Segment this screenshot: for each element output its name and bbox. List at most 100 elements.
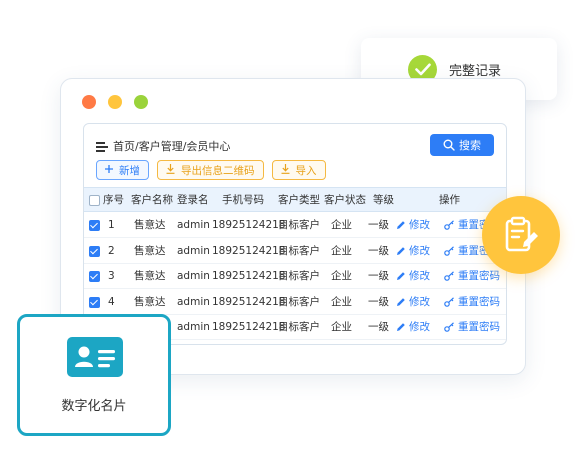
cell-name: 售意达 (134, 244, 166, 257)
edit-label: 修改 (409, 244, 430, 257)
header-login: 登录名 (177, 194, 209, 206)
row-checkbox[interactable] (89, 271, 100, 282)
key-icon (444, 220, 454, 230)
key-icon (444, 245, 454, 256)
row-checkbox[interactable] (89, 220, 100, 231)
table-row[interactable]: 1 售意达 admin 18925124218 目标客户 企业 一级 修改 重置密码 (84, 213, 506, 238)
cell-index: 3 (108, 270, 115, 282)
cell-level: 一级 (368, 295, 389, 308)
cell-type: 目标客户 (278, 270, 320, 282)
maximize-window-button[interactable] (134, 95, 148, 109)
select-all-checkbox[interactable] (89, 195, 100, 206)
pencil-icon (397, 323, 405, 331)
header-level: 等级 (373, 194, 394, 206)
cell-index: 2 (108, 244, 115, 257)
cell-phone: 18925124218 (212, 244, 286, 257)
card-label: 数字化名片 (61, 399, 127, 414)
cell-login: admin (177, 321, 210, 333)
cell-login: admin (177, 295, 210, 308)
edit-label: 修改 (409, 321, 430, 333)
cell-level: 一级 (368, 270, 389, 282)
edit-link[interactable]: 修改 (396, 290, 430, 314)
search-button[interactable]: 搜索 (430, 134, 494, 156)
cell-status: 企业 (331, 295, 352, 308)
cell-type: 目标客户 (278, 219, 320, 231)
cell-name: 售意达 (134, 219, 166, 231)
reset-password-link[interactable]: 重置密码 (444, 264, 500, 288)
search-label: 搜索 (459, 139, 481, 152)
pencil-icon (397, 272, 405, 280)
add-label: 新增 (119, 164, 140, 177)
import-button[interactable]: 导入 (271, 160, 326, 180)
breadcrumb: 首页/客户管理/会员中心 (96, 138, 230, 154)
key-icon (444, 271, 454, 281)
cell-level: 一级 (368, 244, 389, 257)
minimize-window-button[interactable] (108, 95, 122, 109)
search-icon (443, 139, 455, 151)
edit-link[interactable]: 修改 (396, 264, 430, 288)
clipboard-badge (482, 196, 560, 274)
table-row[interactable]: 4 售意达 admin 18925124218 目标客户 企业 一级 修改 重置密码 (84, 290, 506, 315)
cell-index: 1 (108, 219, 115, 231)
cell-name: 售意达 (134, 295, 166, 308)
cell-phone: 18925124218 (212, 295, 286, 308)
key-icon (444, 322, 454, 332)
cell-login: admin (177, 219, 210, 231)
digital-card[interactable]: 数字化名片 (17, 314, 171, 436)
cell-phone: 18925124218 (212, 321, 286, 333)
cell-status: 企业 (331, 321, 352, 333)
close-window-button[interactable] (82, 95, 96, 109)
edit-link[interactable]: 修改 (396, 213, 430, 237)
export-label: 导出信息二维码 (181, 164, 255, 177)
cell-level: 一级 (368, 219, 389, 231)
toast-text: 完整记录 (449, 63, 502, 79)
header-type: 客户类型 (278, 194, 320, 206)
reset-label: 重置密码 (458, 270, 500, 282)
edit-link[interactable]: 修改 (396, 239, 430, 263)
reset-label: 重置密码 (458, 321, 500, 333)
breadcrumb-text[interactable]: 首页/客户管理/会员中心 (113, 138, 230, 154)
cell-status: 企业 (331, 244, 352, 257)
import-label: 导入 (295, 164, 317, 177)
header-name: 客户名称 (131, 194, 173, 206)
edit-label: 修改 (409, 219, 430, 231)
header-phone: 手机号码 (222, 194, 264, 206)
clipboard-edit-icon (505, 216, 538, 252)
cell-phone: 18925124218 (212, 270, 286, 282)
customer-panel: 首页/客户管理/会员中心 搜索 新增 导出信息二维码 导入 序号 客户名称 登录… (83, 123, 507, 345)
id-card-icon (67, 337, 123, 377)
header-index: 序号 (103, 194, 124, 206)
cell-phone: 18925124218 (212, 219, 286, 231)
cell-login: admin (177, 270, 210, 282)
edit-label: 修改 (409, 295, 430, 308)
reset-password-link[interactable]: 重置密码 (444, 315, 500, 339)
plus-icon (105, 164, 113, 176)
cell-type: 目标客户 (278, 321, 320, 333)
key-icon (444, 296, 454, 307)
header-status: 客户状态 (324, 194, 366, 206)
reset-label: 重置密码 (458, 295, 500, 308)
reset-password-link[interactable]: 重置密码 (444, 290, 500, 314)
download-icon (281, 163, 290, 177)
download-icon (166, 163, 175, 177)
edit-label: 修改 (409, 270, 430, 282)
header-ops: 操作 (439, 194, 460, 206)
cell-name: 售意达 (134, 270, 166, 282)
pencil-icon (397, 297, 405, 306)
cell-level: 一级 (368, 321, 389, 333)
cell-status: 企业 (331, 219, 352, 231)
row-checkbox[interactable] (89, 245, 100, 257)
menu-icon (96, 141, 108, 152)
cell-status: 企业 (331, 270, 352, 282)
action-buttons: 新增 导出信息二维码 导入 (96, 160, 334, 180)
row-checkbox[interactable] (89, 296, 100, 308)
cell-type: 目标客户 (278, 244, 320, 257)
cell-type: 目标客户 (278, 295, 320, 308)
edit-link[interactable]: 修改 (396, 315, 430, 339)
table-row[interactable]: 2 售意达 admin 18925124218 目标客户 企业 一级 修改 重置密码 (84, 239, 506, 264)
cell-index: 4 (108, 295, 115, 308)
add-button[interactable]: 新增 (96, 160, 149, 180)
table-row[interactable]: 3 售意达 admin 18925124218 目标客户 企业 一级 修改 重置密码 (84, 264, 506, 289)
pencil-icon (397, 221, 405, 229)
export-qrcode-button[interactable]: 导出信息二维码 (157, 160, 264, 180)
